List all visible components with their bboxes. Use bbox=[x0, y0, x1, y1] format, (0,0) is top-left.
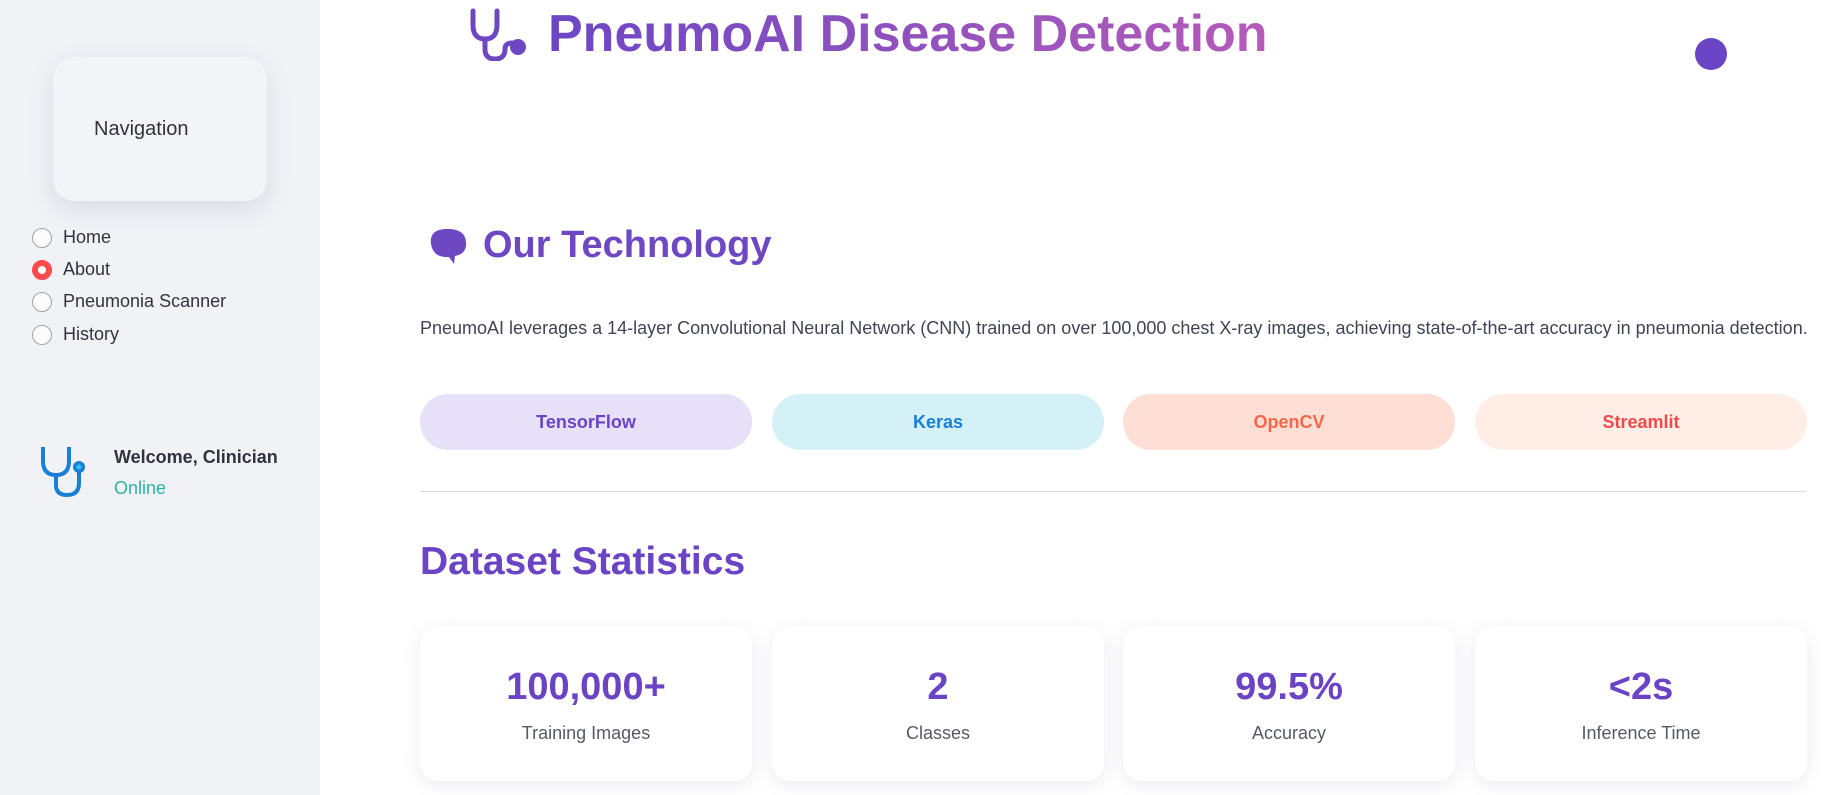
stat-card-inference-time: <2s Inference Time bbox=[1475, 626, 1807, 781]
nav-radio-pneumonia-scanner[interactable]: Pneumonia Scanner bbox=[32, 291, 226, 312]
section-title: Our Technology bbox=[483, 224, 772, 266]
radio-label: About bbox=[63, 259, 111, 279]
tech-pill-keras: Keras bbox=[772, 394, 1104, 450]
radio-label: Pneumonia Scanner bbox=[63, 291, 227, 311]
stat-value: 2 bbox=[927, 666, 949, 708]
tech-pill-streamlit: Streamlit bbox=[1475, 394, 1807, 450]
stat-value: 100,000+ bbox=[506, 666, 666, 708]
stat-value: 99.5% bbox=[1235, 666, 1343, 708]
user-info: Welcome, Clinician Online bbox=[39, 445, 278, 499]
navigation-card: Navigation bbox=[53, 57, 267, 201]
nav-radio-about[interactable]: About bbox=[32, 259, 110, 280]
technology-heading: Our Technology bbox=[427, 224, 772, 267]
status-indicator-dot bbox=[1695, 38, 1727, 70]
page-title: PneumoAI Disease Detection bbox=[468, 4, 1268, 64]
radio-label: History bbox=[63, 324, 120, 344]
technology-description: PneumoAI leverages a 14-layer Convolutio… bbox=[420, 318, 1808, 338]
stat-label: Classes bbox=[905, 723, 971, 743]
radio-button[interactable] bbox=[32, 227, 52, 248]
stat-label: Training Images bbox=[521, 723, 651, 743]
tech-pill-tensorflow: TensorFlow bbox=[420, 394, 752, 450]
pill-label: Streamlit bbox=[1602, 411, 1680, 432]
stat-card-classes: 2 Classes bbox=[772, 626, 1104, 781]
brain-icon bbox=[430, 228, 467, 264]
radio-button-selected[interactable] bbox=[32, 259, 52, 280]
pill-label: TensorFlow bbox=[536, 411, 636, 432]
pill-label: OpenCV bbox=[1253, 411, 1325, 432]
stat-label: Inference Time bbox=[1581, 723, 1701, 743]
radio-label: Home bbox=[63, 227, 112, 247]
stat-label: Accuracy bbox=[1251, 723, 1327, 743]
stat-value: <2s bbox=[1608, 666, 1674, 708]
sidebar: Navigation Home About Pneumonia Scanner … bbox=[0, 0, 320, 795]
stethoscope-icon bbox=[470, 8, 526, 61]
stats-heading: Dataset Statistics bbox=[420, 540, 746, 583]
online-status: Online bbox=[114, 478, 167, 498]
nav-radio-history[interactable]: History bbox=[32, 324, 119, 345]
radio-button[interactable] bbox=[32, 324, 52, 345]
welcome-text: Welcome, Clinician bbox=[114, 447, 278, 467]
navigation-title: Navigation bbox=[94, 117, 189, 140]
radio-button[interactable] bbox=[32, 291, 52, 312]
stat-card-training-images: 100,000+ Training Images bbox=[420, 626, 752, 781]
nav-radio-home[interactable]: Home bbox=[32, 227, 111, 248]
pill-label: Keras bbox=[912, 411, 964, 432]
divider bbox=[420, 491, 1806, 492]
app-title: PneumoAI Disease Detection bbox=[548, 5, 1268, 63]
stat-card-accuracy: 99.5% Accuracy bbox=[1123, 626, 1455, 781]
tech-pill-opencv: OpenCV bbox=[1123, 394, 1455, 450]
stethoscope-icon bbox=[41, 447, 85, 497]
